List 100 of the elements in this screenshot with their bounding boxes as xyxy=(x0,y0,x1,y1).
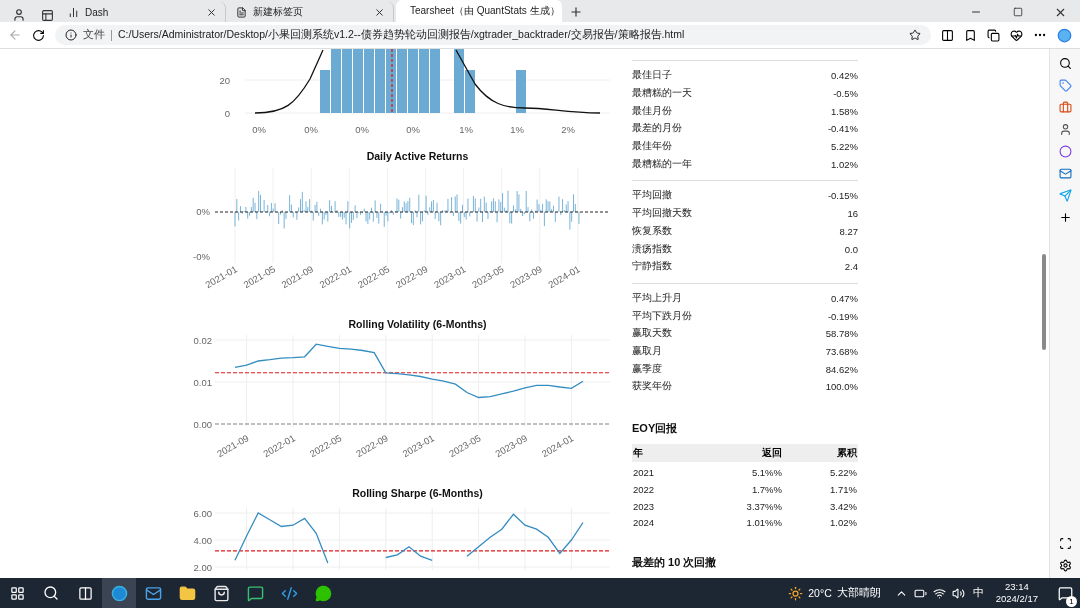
tab-actions-icon[interactable] xyxy=(40,9,54,22)
metric-label: 最糟糕的一天 xyxy=(632,87,693,101)
x-tick-label: 1% xyxy=(459,124,473,135)
x-tick-label: 0% xyxy=(355,124,369,135)
folder-icon[interactable] xyxy=(178,584,196,602)
table-cell-text: 1.7%% xyxy=(750,483,782,495)
metric-value: -0.19% xyxy=(826,310,858,322)
volume-icon[interactable] xyxy=(951,586,965,600)
favorite-icon[interactable] xyxy=(909,29,921,41)
close-icon[interactable] xyxy=(206,6,217,18)
scan-icon[interactable] xyxy=(1058,537,1072,550)
y-tick-label: 4.00 xyxy=(193,534,212,546)
assistant-icon[interactable] xyxy=(1057,27,1072,43)
scrollbar-thumb[interactable] xyxy=(1042,254,1046,350)
metric-label: 平均下跌月份 xyxy=(632,309,693,323)
section-heading: 最差的 10 次回撤 xyxy=(632,555,718,570)
histogram-bar xyxy=(430,49,440,113)
chart-title: Rolling Volatility (6-Months) xyxy=(347,316,488,331)
metric-label: 恢复系数 xyxy=(632,224,673,238)
messenger-icon[interactable] xyxy=(314,584,332,602)
search-icon[interactable] xyxy=(43,585,59,601)
browser-icon[interactable] xyxy=(110,584,128,602)
circle-icon[interactable] xyxy=(1058,145,1072,158)
metric-value: -0.41% xyxy=(826,123,858,135)
weather-icon[interactable] xyxy=(788,585,804,601)
metric-label: 平均回撤 xyxy=(632,189,673,203)
metric-value: -0.5% xyxy=(832,88,858,100)
y-tick-label: 20 xyxy=(219,75,230,86)
metric-label: 获奖年份 xyxy=(632,380,673,394)
metric-label: 最佳日子 xyxy=(632,69,673,83)
dashboard-icon xyxy=(68,6,79,18)
notifications-icon[interactable] xyxy=(1057,585,1073,601)
mail-icon[interactable] xyxy=(1058,167,1072,180)
settings-icon[interactable] xyxy=(1058,559,1072,572)
table-cell-text: 2023 xyxy=(633,500,656,512)
store-icon[interactable] xyxy=(212,584,230,602)
refresh-icon[interactable] xyxy=(32,28,45,42)
chart-title: Rolling Sharpe (6-Months) xyxy=(351,485,484,500)
address-field[interactable]: 文件 C:/Users/Administrator/Desktop/小果回测系统v1.2--债券趋势轮动回测报告/xgtrader_backtrader/交易报告/策略报告.html xyxy=(55,25,931,45)
histogram-bar xyxy=(364,49,374,113)
search-icon[interactable] xyxy=(1058,57,1072,70)
maximize-icon[interactable] xyxy=(1013,7,1023,17)
tag-icon[interactable] xyxy=(1058,79,1072,92)
input-method-text[interactable]: 中 xyxy=(972,586,984,600)
start-icon[interactable] xyxy=(9,585,25,601)
metric-value: 0.42% xyxy=(830,70,858,82)
table-cell-text: 1.01%% xyxy=(745,517,782,529)
clock[interactable]: 23:14 2024/2/17 xyxy=(995,581,1038,605)
table-cell-text: 3.37%% xyxy=(745,500,782,512)
new-tab-icon[interactable] xyxy=(569,5,583,19)
weather-text: 大部晴朗 xyxy=(836,586,881,600)
info-icon[interactable] xyxy=(65,29,77,41)
metric-label: 宁静指数 xyxy=(632,260,673,274)
x-tick-label: 0% xyxy=(406,124,420,135)
wifi-icon[interactable] xyxy=(932,586,946,600)
histogram-bar xyxy=(408,49,418,113)
metric-value: 0.47% xyxy=(830,292,858,304)
url-text: C:/Users/Administrator/Desktop/小果回测系统v1.2--债券趋势轮动回测报告/xgtrader_backtrader/交易报告/策略报告.html xyxy=(118,28,686,42)
metric-value: 0.0 xyxy=(843,243,858,255)
task-view-icon[interactable] xyxy=(77,585,93,601)
chart-title: Daily Active Returns xyxy=(365,148,470,163)
y-tick-label: -0% xyxy=(193,250,210,262)
table-cell-text: 1.02% xyxy=(829,517,857,529)
send-icon[interactable] xyxy=(1058,189,1072,202)
table-cell-text: 1.71% xyxy=(829,483,857,495)
histogram-bar xyxy=(419,49,429,113)
histogram-bar xyxy=(397,49,407,113)
column-header: 累积 xyxy=(836,446,857,460)
browser-tab[interactable]: Tearsheet（由 QuantStats 生成） xyxy=(396,0,562,22)
metric-value: 5.22% xyxy=(830,141,858,153)
profile-icon[interactable] xyxy=(12,8,26,22)
metric-label: 赢取天数 xyxy=(632,327,673,341)
split-screen-icon[interactable] xyxy=(941,28,954,42)
table-cell-text: 2024 xyxy=(633,517,656,529)
favorites-icon[interactable] xyxy=(964,28,977,42)
table-cell-text: 2021 xyxy=(633,467,656,479)
y-tick-label: 0% xyxy=(196,205,210,217)
code-editor-icon[interactable] xyxy=(280,584,298,602)
y-tick-label: 0.01 xyxy=(193,376,212,388)
metric-value: 8.27 xyxy=(838,225,858,237)
close-icon[interactable] xyxy=(374,6,385,18)
person-icon[interactable] xyxy=(1058,123,1072,136)
notification-badge: 1 xyxy=(1066,595,1077,607)
temperature-text: 20°C xyxy=(808,587,832,599)
collections-icon[interactable] xyxy=(987,28,1000,42)
metric-label: 最佳年份 xyxy=(632,140,673,154)
histogram-bar xyxy=(342,49,352,113)
add-icon[interactable] xyxy=(1058,211,1072,224)
x-tick-label: 1% xyxy=(510,124,524,135)
metric-value: 84.62% xyxy=(824,363,858,375)
histogram-bar xyxy=(375,49,385,113)
table-cell-text: 2022 xyxy=(633,483,656,495)
mail-icon[interactable] xyxy=(144,584,162,602)
x-tick-label: 0% xyxy=(252,124,266,135)
column-header: 年 xyxy=(633,446,644,460)
metric-label: 赢季度 xyxy=(632,362,663,376)
performance-icon[interactable] xyxy=(1010,28,1023,42)
briefcase-icon[interactable] xyxy=(1058,101,1072,114)
chat-icon[interactable] xyxy=(246,584,264,602)
column-header: 返回 xyxy=(761,446,782,460)
